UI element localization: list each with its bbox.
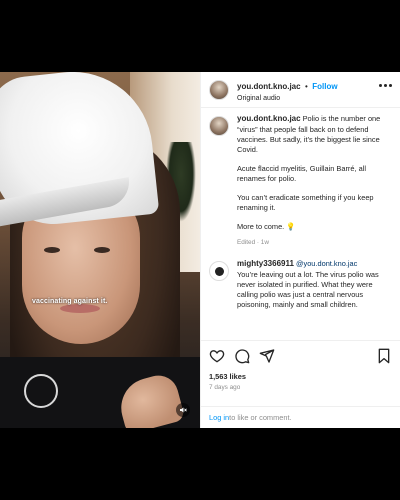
caption-username[interactable]: you.dont.kno.jac — [237, 114, 301, 123]
post-actions: 1,563 likes 7 days ago — [201, 340, 400, 406]
caption-meta: Edited · 1w — [237, 238, 269, 246]
left-eye — [44, 247, 60, 253]
video-caption-overlay: vaccinating against it. — [32, 298, 108, 305]
post-header: you.dont.kno.jac • Follow Original audio — [201, 72, 400, 108]
bookmark-icon[interactable] — [377, 348, 391, 364]
author-username[interactable]: you.dont.kno.jac — [237, 82, 301, 91]
post-time[interactable]: 7 days ago — [209, 384, 392, 391]
login-prompt-text: to like or comment. — [229, 413, 292, 422]
reply-text: You’re leaving out a lot. The virus poli… — [237, 270, 379, 310]
heart-icon[interactable] — [209, 348, 225, 364]
author-info: you.dont.kno.jac • Follow Original audio — [237, 76, 338, 102]
video-player[interactable]: vaccinating against it. — [0, 72, 200, 428]
comments-section: you.dont.kno.jac Polio is the number one… — [201, 108, 400, 340]
likes-count[interactable]: 1,563 likes — [209, 372, 392, 381]
separator-dot: • — [305, 82, 308, 92]
caption-paragraph-4: More to come. 💡 — [237, 221, 296, 231]
post-sidebar: you.dont.kno.jac • Follow Original audio… — [200, 72, 400, 428]
right-eye — [94, 247, 110, 253]
reply-author-avatar[interactable] — [209, 261, 229, 282]
reply-body: mighty3366911 @you.dont.kno.jac You’re l… — [237, 259, 392, 310]
shirt-logo — [24, 374, 58, 408]
author-avatar[interactable] — [209, 79, 229, 100]
more-options-button[interactable] — [379, 84, 392, 87]
reply-username[interactable]: mighty3366911 — [237, 259, 294, 268]
comment-icon[interactable] — [234, 348, 250, 364]
reply-mention[interactable]: @you.dont.kno.jac — [296, 259, 357, 268]
instagram-post: vaccinating against it. you.dont.kno.jac… — [0, 72, 400, 428]
mute-button[interactable] — [176, 403, 190, 417]
caption-paragraph-3: You can’t eradicate something if you kee… — [237, 192, 374, 212]
action-icons — [209, 347, 392, 365]
reply-comment: mighty3366911 @you.dont.kno.jac You’re l… — [209, 259, 392, 310]
caption-body: you.dont.kno.jac Polio is the number one… — [237, 114, 392, 247]
login-prompt: Log in to like or comment. — [201, 406, 400, 428]
mute-icon — [180, 407, 187, 413]
share-icon[interactable] — [259, 348, 275, 364]
caption-author-avatar[interactable] — [209, 116, 229, 136]
more-icon — [379, 84, 382, 87]
follow-button[interactable]: Follow — [312, 82, 337, 91]
caption-comment: you.dont.kno.jac Polio is the number one… — [209, 114, 392, 247]
caption-paragraph-2: Acute flaccid myelitis, Guillain Barré, … — [237, 163, 366, 183]
lips — [60, 304, 100, 313]
audio-label[interactable]: Original audio — [237, 95, 338, 103]
login-link[interactable]: Log in — [209, 413, 229, 422]
